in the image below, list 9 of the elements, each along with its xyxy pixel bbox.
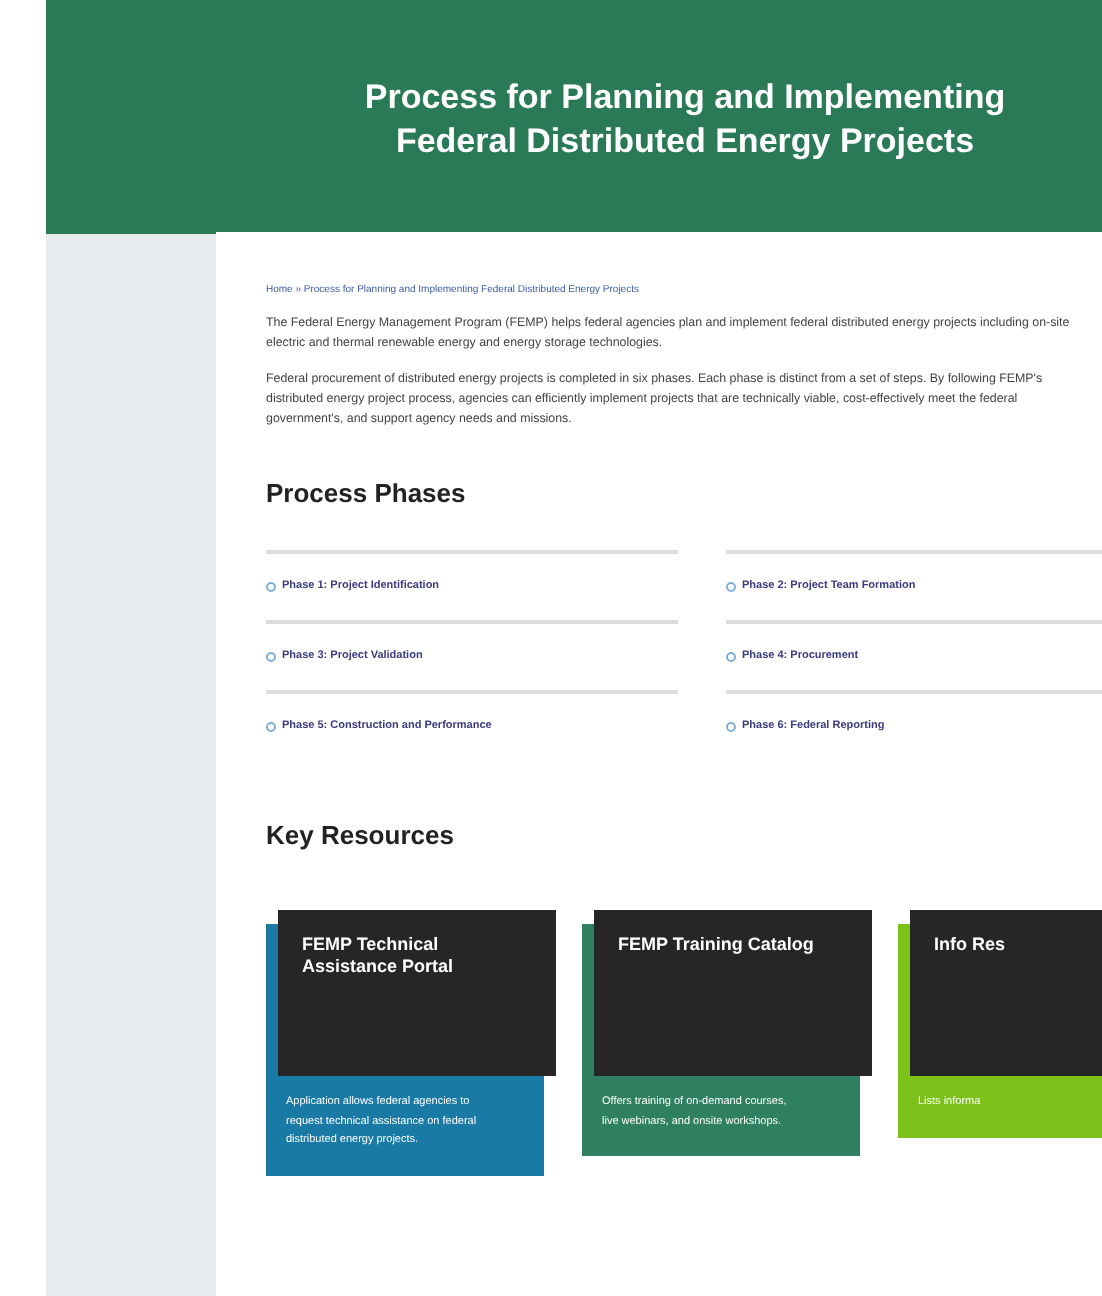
card-title: Info Res bbox=[934, 934, 1008, 956]
section-heading: Process Phases bbox=[266, 476, 468, 512]
page-title: Process for Planning and Implementing Federal Distributed Energy Projects bbox=[362, 76, 1008, 164]
card-title: FEMP Technical Assistance Portal bbox=[302, 934, 456, 978]
card-header[interactable]: FEMP Technical Assistance Portal bbox=[278, 910, 556, 1076]
card-title: FEMP Training Catalog bbox=[618, 934, 816, 956]
card-header[interactable]: Info Res bbox=[910, 910, 1102, 1076]
section-heading: Key Resources bbox=[266, 817, 456, 854]
card-header[interactable]: FEMP Training Catalog bbox=[594, 910, 872, 1076]
